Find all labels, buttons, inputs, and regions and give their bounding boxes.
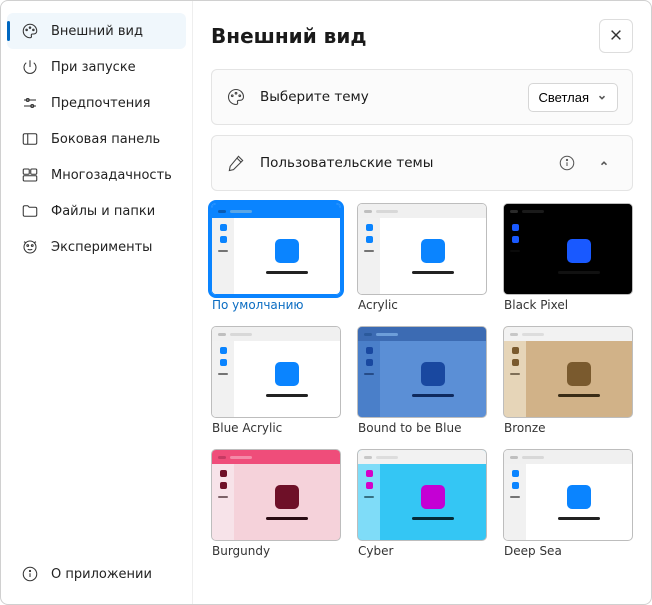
info-icon[interactable] (558, 154, 576, 172)
theme-card[interactable]: Black Pixel (503, 203, 633, 312)
sidebar-item-label: Предпочтения (51, 96, 151, 111)
theme-card[interactable]: По умолчанию (211, 203, 341, 312)
experiments-icon (21, 238, 39, 256)
panel-icon (21, 130, 39, 148)
theme-thumbnail (211, 326, 341, 418)
theme-thumbnail (357, 449, 487, 541)
sidebar-item-multitasking[interactable]: Многозадачность (7, 157, 186, 193)
sidebar-list: Внешний вид При запуске Предпочтения Бок… (7, 13, 186, 556)
theme-card[interactable]: Blue Acrylic (211, 326, 341, 435)
palette-icon (226, 87, 246, 107)
theme-thumbnail (503, 449, 633, 541)
sidebar-item-label: Эксперименты (51, 240, 152, 255)
sidebar-item-label: Файлы и папки (51, 204, 155, 219)
sliders-icon (21, 94, 39, 112)
collapse-button[interactable] (590, 149, 618, 177)
theme-card[interactable]: Cyber (357, 449, 487, 558)
theme-card[interactable]: Bound to be Blue (357, 326, 487, 435)
theme-thumbnail (211, 449, 341, 541)
page-title: Внешний вид (211, 24, 367, 48)
palette-icon (21, 22, 39, 40)
sidebar-item-about[interactable]: О приложении (7, 556, 186, 592)
power-icon (21, 58, 39, 76)
select-theme-card: Выберите тему Светлая (211, 69, 633, 125)
theme-card[interactable]: Bronze (503, 326, 633, 435)
theme-label: Bound to be Blue (357, 421, 487, 435)
theme-thumbnail (357, 203, 487, 295)
brush-icon (226, 153, 246, 173)
sidebar-item-appearance[interactable]: Внешний вид (7, 13, 186, 49)
theme-thumbnail (357, 326, 487, 418)
theme-label: Cyber (357, 544, 487, 558)
sidebar-item-sidebar[interactable]: Боковая панель (7, 121, 186, 157)
custom-themes-header[interactable]: Пользовательские темы (212, 136, 632, 190)
theme-thumbnail (503, 326, 633, 418)
info-icon (21, 565, 39, 583)
settings-sidebar: Внешний вид При запуске Предпочтения Бок… (1, 1, 193, 604)
theme-label: Acrylic (357, 298, 487, 312)
multitask-icon (21, 166, 39, 184)
theme-label: Blue Acrylic (211, 421, 341, 435)
chevron-up-icon (599, 158, 609, 168)
theme-card[interactable]: Acrylic (357, 203, 487, 312)
main-header: Внешний вид (211, 19, 633, 53)
sidebar-item-label: При запуске (51, 60, 136, 75)
sidebar-item-label: О приложении (51, 567, 152, 582)
theme-thumbnail (503, 203, 633, 295)
select-theme-label: Выберите тему (260, 89, 514, 105)
theme-label: Bronze (503, 421, 633, 435)
custom-themes-label: Пользовательские темы (260, 155, 544, 171)
sidebar-item-label: Боковая панель (51, 132, 160, 147)
sidebar-footer: О приложении (7, 556, 186, 592)
theme-label: Black Pixel (503, 298, 633, 312)
close-button[interactable] (599, 19, 633, 53)
chevron-down-icon (597, 92, 607, 102)
sidebar-item-label: Внешний вид (51, 24, 143, 39)
theme-select-dropdown[interactable]: Светлая (528, 83, 618, 112)
folder-icon (21, 202, 39, 220)
close-icon (609, 28, 623, 45)
select-theme-row: Выберите тему Светлая (212, 70, 632, 124)
sidebar-item-experiments[interactable]: Эксперименты (7, 229, 186, 265)
theme-thumbnail (211, 203, 341, 295)
sidebar-item-startup[interactable]: При запуске (7, 49, 186, 85)
theme-label: Deep Sea (503, 544, 633, 558)
theme-select-value: Светлая (539, 90, 589, 105)
theme-label: Burgundy (211, 544, 341, 558)
theme-label: По умолчанию (211, 298, 341, 312)
sidebar-item-preferences[interactable]: Предпочтения (7, 85, 186, 121)
custom-themes-card: Пользовательские темы (211, 135, 633, 191)
theme-card[interactable]: Deep Sea (503, 449, 633, 558)
main-panel: Внешний вид Выберите тему Светлая (193, 1, 651, 604)
sidebar-item-files[interactable]: Файлы и папки (7, 193, 186, 229)
theme-grid: По умолчанию Acrylic (211, 201, 633, 568)
theme-card[interactable]: Burgundy (211, 449, 341, 558)
sidebar-item-label: Многозадачность (51, 168, 172, 183)
app-window: Внешний вид При запуске Предпочтения Бок… (0, 0, 652, 605)
